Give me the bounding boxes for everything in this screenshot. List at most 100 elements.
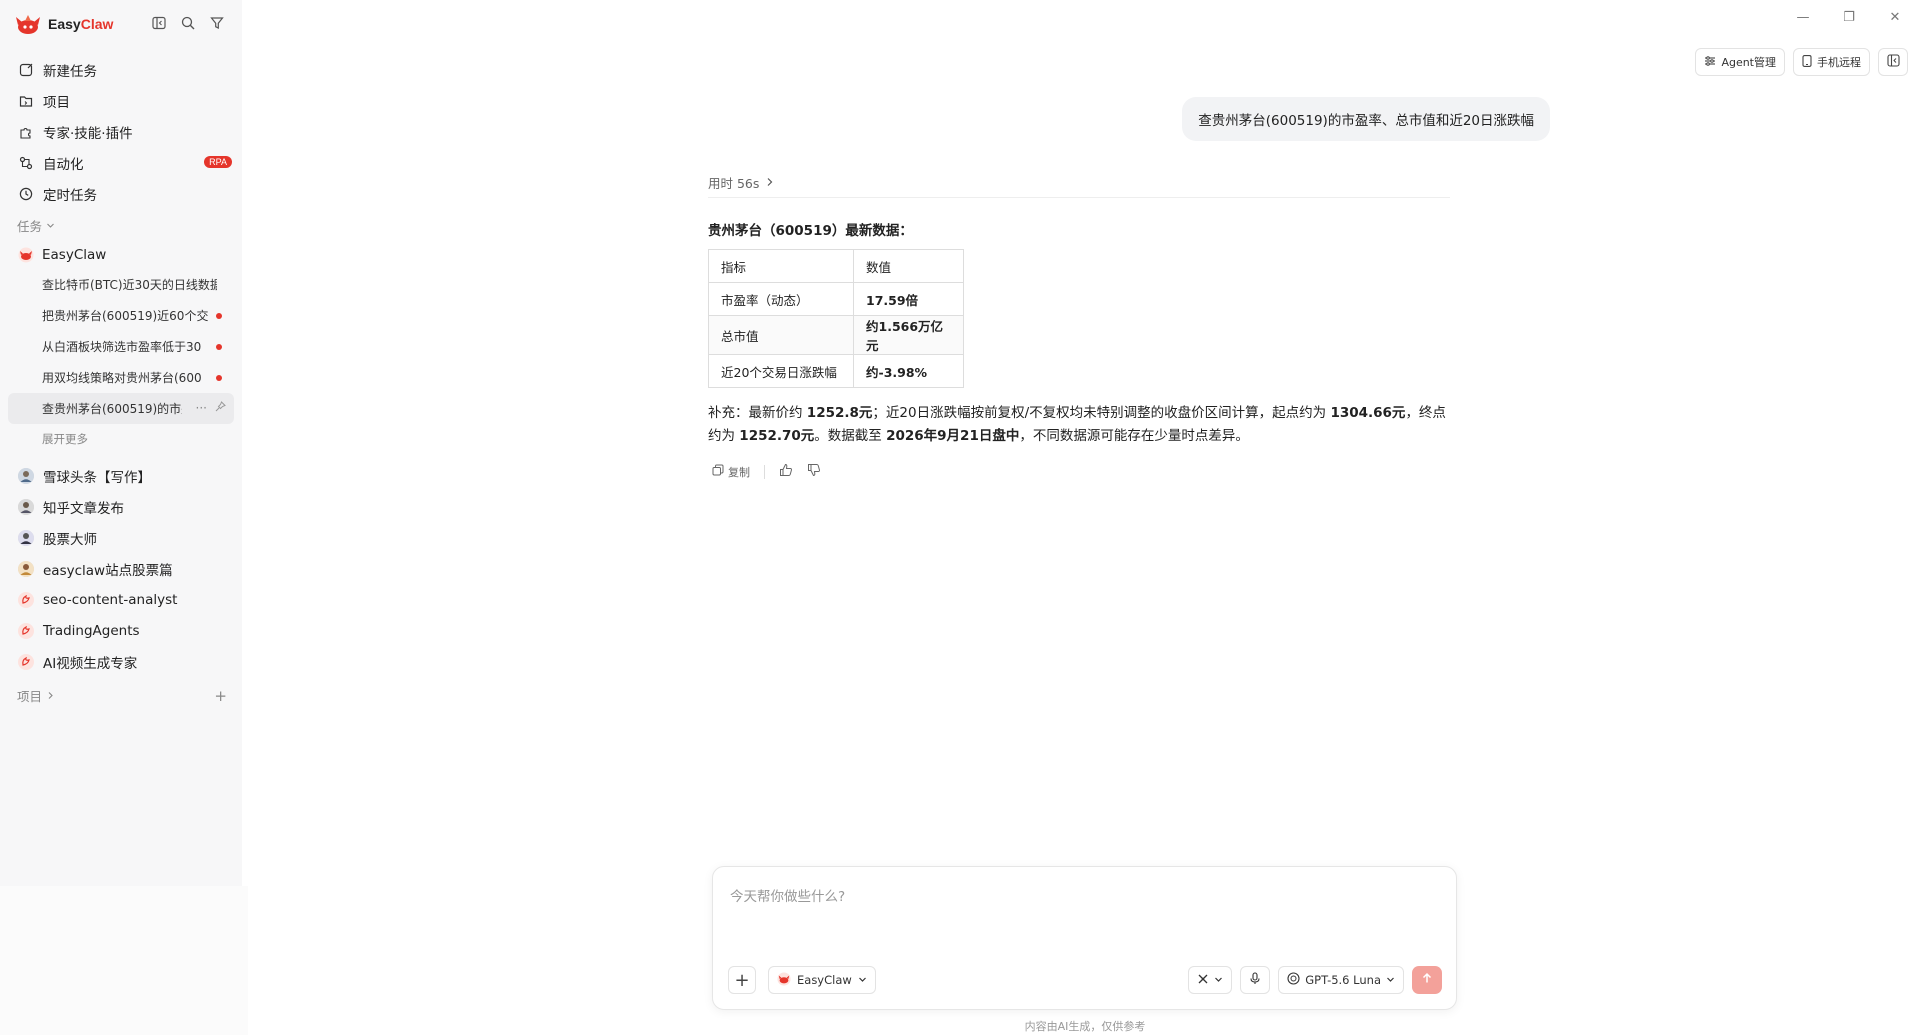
close-icon[interactable]: ✕: [1884, 10, 1906, 25]
nav-label: 新建任务: [43, 63, 97, 80]
nav-projects[interactable]: 项目: [8, 85, 234, 116]
composer: 今天帮你做些什么? + EasyClaw GPT-5.6 Luna: [712, 866, 1457, 1010]
task-item[interactable]: 查比特币(BTC)近30天的日线数据: [8, 269, 234, 300]
task-item[interactable]: 把贵州茅台(600519)近60个交: [8, 300, 234, 331]
filter-icon[interactable]: [208, 14, 226, 32]
table-cell: 约1.566万亿元: [853, 315, 964, 355]
message-actions: 复制: [712, 463, 821, 480]
agent-item[interactable]: 雪球头条【写作】: [8, 460, 234, 491]
voice-input-button[interactable]: [1240, 966, 1271, 994]
table-cell: 17.59倍: [853, 282, 964, 316]
tools-selector[interactable]: [1188, 966, 1233, 994]
person-avatar-icon: [18, 560, 34, 577]
agent-item[interactable]: TradingAgents: [8, 615, 234, 646]
nav-new-task[interactable]: 新建任务: [8, 54, 234, 85]
agent-selector[interactable]: EasyClaw: [768, 966, 876, 994]
sidebar-toggle-icon[interactable]: [150, 14, 168, 32]
pin-icon[interactable]: [215, 401, 226, 415]
table-row: 市盈率（动态） 17.59倍: [708, 282, 964, 316]
plus-icon: +: [734, 969, 750, 991]
nav-experts-skills-plugins[interactable]: 专家·技能·插件: [8, 116, 234, 147]
nav-scheduled-tasks[interactable]: 定时任务: [8, 178, 234, 209]
agent-item[interactable]: easyclaw站点股票篇: [8, 553, 234, 584]
nav-label: 项目: [43, 94, 70, 111]
panel-toggle-button[interactable]: [1878, 48, 1908, 76]
elapsed-time-toggle[interactable]: 用时 56s: [708, 173, 774, 192]
separator: [764, 464, 765, 479]
table-cell: 约-3.98%: [853, 354, 964, 388]
ai-disclaimer: 内容由AI生成，仅供参考: [1024, 1020, 1146, 1033]
add-project-icon[interactable]: +: [214, 687, 227, 705]
message-input[interactable]: 今天帮你做些什么?: [730, 885, 845, 905]
clock-icon: [18, 186, 34, 202]
openai-icon: [1287, 972, 1300, 988]
restore-icon[interactable]: ❐: [1838, 10, 1860, 25]
task-group-header[interactable]: EasyClaw: [8, 241, 234, 269]
model-selector[interactable]: GPT-5.6 Luna: [1278, 966, 1404, 994]
sidebar: EasyClaw 新建任务 项目 专家·技能·插件 自动化 RPA 定时任务 任…: [0, 0, 242, 886]
thumbs-down-icon[interactable]: [807, 463, 821, 480]
table-cell: 市盈率（动态）: [708, 282, 854, 316]
send-button[interactable]: [1412, 966, 1442, 994]
task-item-label: 把贵州茅台(600519)近60个交: [42, 309, 209, 323]
expand-more-link[interactable]: 展开更多: [8, 424, 234, 454]
agent-label: 股票大师: [43, 531, 97, 548]
brand[interactable]: EasyClaw: [14, 12, 113, 36]
chevron-down-icon: [1214, 973, 1223, 987]
data-table: 指标 数值 市盈率（动态） 17.59倍 总市值 约1.566万亿元 近20个交…: [708, 249, 964, 388]
projects-section-toggle[interactable]: 项目: [17, 686, 55, 705]
mobile-remote-label: 手机远程: [1817, 56, 1861, 69]
agent-item[interactable]: seo-content-analyst: [8, 584, 234, 615]
task-item[interactable]: 从白酒板块筛选市盈率低于30: [8, 331, 234, 362]
model-selector-label: GPT-5.6 Luna: [1305, 973, 1381, 987]
projects-section: 项目 +: [17, 686, 227, 705]
task-group: EasyClaw 查比特币(BTC)近30天的日线数据 把贵州茅台(600519…: [8, 241, 234, 454]
rpa-badge: RPA: [204, 156, 232, 168]
thumbs-up-icon[interactable]: [779, 463, 793, 480]
copy-icon: [712, 464, 724, 479]
arrow-up-icon: [1421, 972, 1433, 988]
more-icon[interactable]: ···: [196, 401, 207, 415]
agent-item[interactable]: AI视频生成专家: [8, 646, 234, 677]
agent-label: seo-content-analyst: [43, 591, 178, 608]
chevron-right-icon: [46, 688, 55, 703]
tasks-section-toggle[interactable]: 任务: [17, 216, 55, 235]
sidebar-footer: [0, 886, 248, 1035]
copy-button[interactable]: 复制: [712, 464, 750, 480]
unread-dot: [216, 313, 222, 319]
add-attachment-button[interactable]: +: [728, 966, 756, 994]
agent-management-button[interactable]: Agent管理: [1695, 48, 1785, 76]
mobile-remote-button[interactable]: 手机远程: [1793, 48, 1870, 76]
nav-label: 专家·技能·插件: [43, 125, 133, 142]
chevron-down-icon: [1386, 973, 1395, 987]
answer-title: 贵州茅台（600519）最新数据：: [708, 223, 913, 239]
chevron-right-icon: [765, 175, 774, 190]
person-avatar-icon: [18, 498, 34, 515]
table-row: 近20个交易日涨跌幅 约-3.98%: [708, 354, 964, 388]
task-item-active[interactable]: 查贵州茅台(600519)的市盈 ···: [8, 393, 234, 424]
claw-agent-icon: [18, 591, 34, 608]
copy-label: 复制: [728, 465, 750, 479]
workflow-icon: [18, 155, 34, 171]
task-item-label: 查贵州茅台(600519)的市盈: [42, 402, 182, 416]
agent-item[interactable]: 股票大师: [8, 522, 234, 553]
elapsed-time-label: 用时 56s: [708, 176, 760, 191]
puzzle-icon: [18, 124, 34, 140]
nav-label: 自动化: [43, 156, 84, 173]
search-icon[interactable]: [179, 14, 197, 32]
new-task-icon: [18, 62, 34, 78]
nav-automation[interactable]: 自动化 RPA: [8, 147, 234, 178]
header-actions: Agent管理 手机远程: [1695, 48, 1908, 76]
table-cell: 近20个交易日涨跌幅: [708, 354, 854, 388]
task-item-label: 用双均线策略对贵州茅台(600: [42, 371, 202, 385]
agent-management-label: Agent管理: [1721, 56, 1776, 69]
table-header-cell: 数值: [853, 249, 964, 283]
agent-item[interactable]: 知乎文章发布: [8, 491, 234, 522]
folder-icon: [18, 93, 34, 109]
agent-label: easyclaw站点股票篇: [43, 562, 173, 579]
divider: [708, 197, 1450, 198]
projects-section-label: 项目: [17, 689, 43, 704]
task-item[interactable]: 用双均线策略对贵州茅台(600: [8, 362, 234, 393]
agent-label: AI视频生成专家: [43, 655, 138, 672]
minimize-icon[interactable]: —: [1792, 10, 1814, 25]
